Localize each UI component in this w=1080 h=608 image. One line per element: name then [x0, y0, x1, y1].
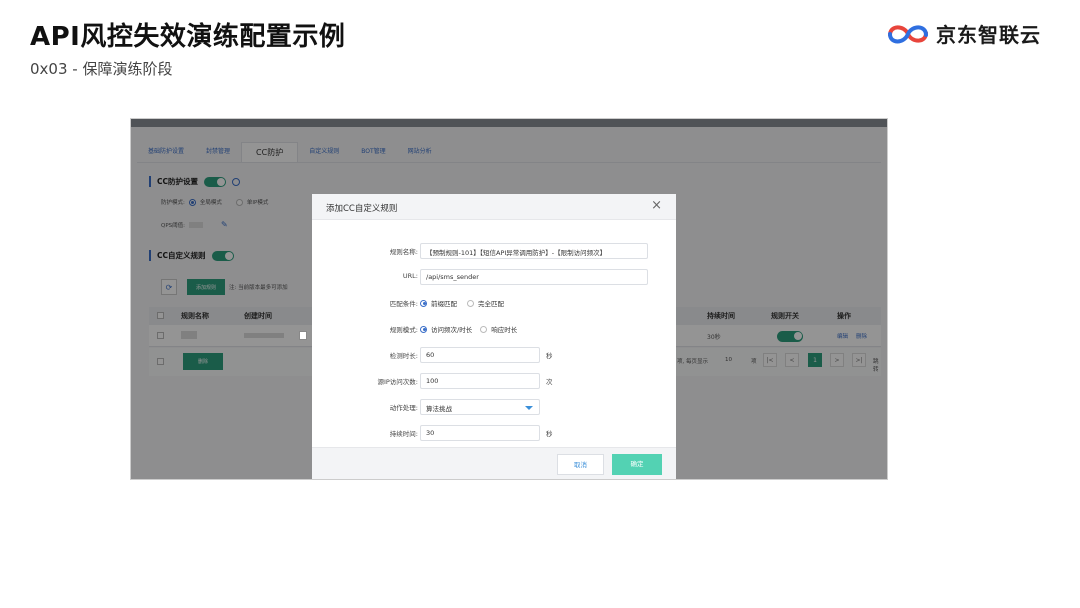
detect-time-unit: 秒 — [546, 352, 553, 360]
rule-mode-options: 访问频次/时长 响应时长 — [420, 324, 517, 334]
response-time-label: 响应时长 — [491, 326, 518, 334]
close-icon[interactable]: × — [651, 198, 662, 214]
duration-input[interactable]: 30 — [420, 425, 540, 441]
duration-label: 持续时间: — [389, 430, 418, 438]
detect-time-input[interactable]: 60 — [420, 347, 540, 363]
slide-title: API风控失效演练配置示例 — [30, 22, 346, 52]
match-row: 匹配条件: 前缀匹配 完全匹配 — [312, 295, 676, 311]
rule-name-row: 规则名称: 【预制规则-101】【短信API异常调用防护】-【限制访问频次】 — [312, 243, 676, 259]
detect-time-row: 检测时长: 60 秒 — [312, 347, 676, 363]
ip-count-input[interactable]: 100 — [420, 373, 540, 389]
dialog-header: 添加CC自定义规则 × — [312, 194, 676, 220]
action-label: 动作处理: — [389, 404, 418, 412]
match-options: 前缀匹配 完全匹配 — [420, 298, 504, 308]
prefix-match-radio[interactable] — [420, 299, 427, 307]
cancel-button[interactable]: 取消 — [557, 454, 604, 475]
dialog-footer: 取消 确定 — [312, 447, 676, 479]
match-label: 匹配条件: — [389, 300, 418, 308]
frequency-mode-radio[interactable] — [420, 325, 427, 333]
frequency-mode-label: 访问频次/时长 — [431, 326, 473, 334]
url-row: URL: /api/sms_sender — [312, 269, 676, 285]
url-label: URL: — [402, 272, 418, 280]
action-select-value: 算法挑战 — [426, 405, 452, 413]
response-time-radio[interactable] — [480, 325, 488, 333]
ip-count-unit: 次 — [546, 378, 553, 386]
ip-count-label: 源IP访问次数: — [377, 378, 418, 386]
chevron-down-icon — [525, 406, 533, 410]
prefix-match-label: 前缀匹配 — [431, 300, 457, 308]
brand-name: 京东智联云 — [936, 23, 1041, 47]
rule-mode-row: 规则模式: 访问频次/时长 响应时长 — [312, 321, 676, 337]
ip-count-row: 源IP访问次数: 100 次 — [312, 373, 676, 389]
dialog-title: 添加CC自定义规则 — [326, 204, 398, 214]
rule-name-label: 规则名称: — [389, 248, 418, 256]
url-input[interactable]: /api/sms_sender — [420, 269, 648, 285]
exact-match-radio[interactable] — [467, 299, 474, 307]
rule-mode-label: 规则模式: — [389, 326, 418, 334]
brand-logo-icon — [888, 24, 928, 43]
duration-row: 持续时间: 30 秒 — [312, 425, 676, 441]
action-select[interactable]: 算法挑战 — [420, 399, 540, 415]
action-row: 动作处理: 算法挑战 — [312, 399, 676, 415]
confirm-button[interactable]: 确定 — [612, 454, 662, 475]
exact-match-label: 完全匹配 — [478, 300, 504, 308]
console-screenshot: 基础防护设置 封禁管理 CC防护 自定义规则 BOT管理 网站分析 CC防护设置… — [130, 118, 888, 480]
add-rule-dialog: 添加CC自定义规则 × 规则名称: 【预制规则-101】【短信API异常调用防护… — [312, 194, 676, 479]
cursor-icon — [299, 331, 307, 340]
detect-time-label: 检测时长: — [389, 352, 418, 360]
rule-name-input[interactable]: 【预制规则-101】【短信API异常调用防护】-【限制访问频次】 — [420, 243, 648, 259]
duration-unit: 秒 — [546, 430, 553, 438]
brand-logo: 京东智联云 — [886, 19, 1041, 48]
slide-subtitle: 0x03 - 保障演练阶段 — [30, 60, 173, 78]
